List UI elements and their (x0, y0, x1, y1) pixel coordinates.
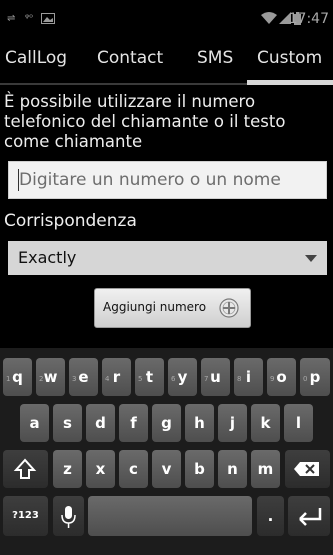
key-hint: 9 (270, 375, 275, 383)
enter-key[interactable] (288, 496, 330, 536)
key-label: r (112, 368, 121, 386)
key-label: i (245, 368, 252, 386)
voicemail-icon: ᵠᵒ (25, 13, 34, 24)
key-w[interactable]: 2w (36, 358, 65, 396)
space-key[interactable] (88, 496, 252, 536)
description-text: È possibile utilizzare il numero telefon… (4, 92, 286, 151)
key-hint: 8 (237, 375, 242, 383)
key-y[interactable]: 6y (168, 358, 197, 396)
key-z[interactable]: z (53, 450, 82, 488)
backspace-key[interactable] (285, 450, 330, 488)
tab-bar: CallLog Contact SMS Custom (0, 38, 333, 78)
key-c[interactable]: c (119, 450, 148, 488)
key-p[interactable]: 0p (300, 358, 330, 396)
clock: 17:47 (288, 11, 329, 27)
key-hint: 6 (171, 375, 176, 383)
key-label: e (78, 368, 89, 386)
shift-key[interactable] (3, 450, 48, 488)
key-u[interactable]: 7u (201, 358, 230, 396)
match-label: Corrispondenza (4, 211, 137, 231)
backspace-icon (294, 462, 319, 476)
key-label: u (210, 368, 221, 386)
wifi-icon (261, 12, 277, 24)
microphone-icon (61, 506, 76, 528)
key-o[interactable]: 9o (267, 358, 296, 396)
enter-icon (299, 508, 322, 526)
key-label: q (12, 368, 23, 386)
number-input[interactable]: Digitare un numero o un nome (8, 161, 327, 199)
tab-contact[interactable]: Contact (97, 38, 163, 78)
key-n[interactable]: n (218, 450, 247, 488)
key-hint: 0 (303, 375, 308, 383)
status-bar: ⇌ ᵠᵒ 17:47 (0, 0, 333, 35)
number-input-placeholder: Digitare un numero o un nome (19, 170, 281, 190)
key-f[interactable]: f (119, 404, 148, 442)
key-e[interactable]: 3e (69, 358, 98, 396)
key-label: y (177, 368, 188, 386)
key-label: w (43, 368, 58, 386)
key-label: o (276, 368, 287, 386)
symbols-key[interactable]: ?123 (3, 496, 48, 536)
tab-sms[interactable]: SMS (197, 38, 233, 78)
soft-keyboard: 1q 2w 3e 4r 5t 6y 7u 8i 9o 0p a s d f g … (0, 348, 333, 555)
key-k[interactable]: k (251, 404, 280, 442)
key-hint: 2 (39, 375, 44, 383)
shift-icon (13, 458, 37, 479)
key-label: p (309, 368, 321, 386)
tab-calllog[interactable]: CallLog (5, 38, 67, 78)
selected-tab-indicator (247, 80, 333, 85)
add-number-label: Aggiungi numero (103, 300, 207, 314)
match-selected-value: Exactly (18, 248, 77, 267)
voice-input-key[interactable] (53, 496, 84, 536)
dropdown-arrow-icon (305, 255, 317, 262)
key-h[interactable]: h (185, 404, 214, 442)
key-a[interactable]: a (20, 404, 49, 442)
key-s[interactable]: s (53, 404, 82, 442)
period-key[interactable]: . (257, 496, 284, 536)
key-hint: 7 (204, 375, 209, 383)
key-m[interactable]: m (251, 450, 280, 488)
key-x[interactable]: x (86, 450, 115, 488)
image-notification-icon (41, 13, 55, 25)
key-v[interactable]: v (152, 450, 181, 488)
key-r[interactable]: 4r (102, 358, 131, 396)
key-l[interactable]: l (284, 404, 313, 442)
add-number-button[interactable]: Aggiungi numero (94, 288, 251, 328)
usb-icon: ⇌ (7, 13, 16, 24)
add-circle-icon (219, 298, 239, 318)
key-g[interactable]: g (152, 404, 181, 442)
key-q[interactable]: 1q (3, 358, 32, 396)
key-d[interactable]: d (86, 404, 115, 442)
key-hint: 1 (6, 375, 11, 383)
key-j[interactable]: j (218, 404, 247, 442)
tab-custom[interactable]: Custom (257, 38, 322, 78)
key-label: t (145, 368, 154, 386)
key-i[interactable]: 8i (234, 358, 263, 396)
key-b[interactable]: b (185, 450, 214, 488)
key-hint: 3 (72, 375, 77, 383)
key-hint: 4 (105, 375, 110, 383)
match-dropdown[interactable]: Exactly (8, 241, 327, 275)
key-t[interactable]: 5t (135, 358, 164, 396)
key-hint: 5 (138, 375, 143, 383)
